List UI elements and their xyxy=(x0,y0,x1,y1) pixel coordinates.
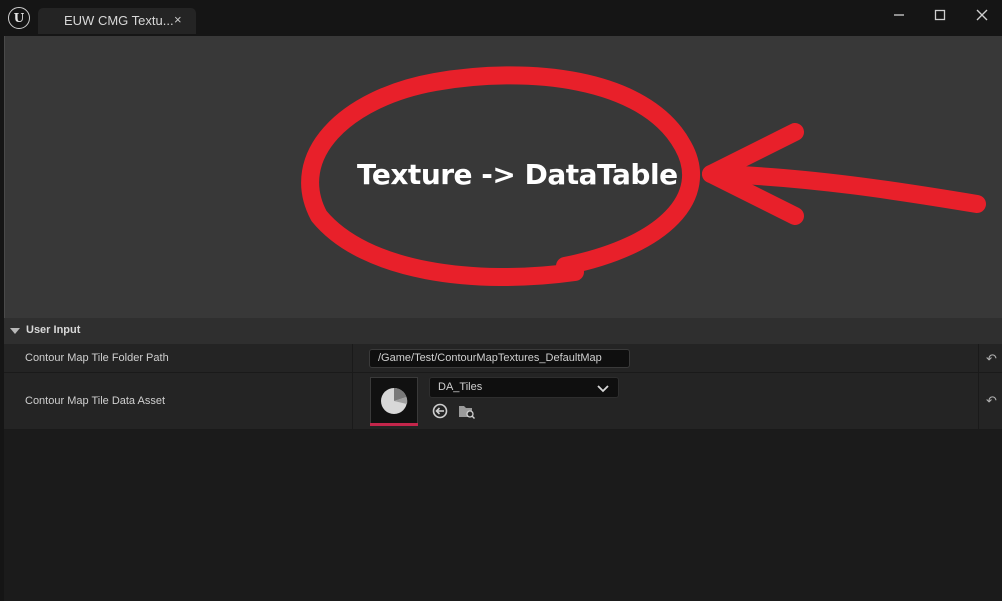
property-row-data-asset: Contour Map Tile Data Asset DA_Tiles ↶ xyxy=(4,373,1002,430)
data-asset-pie-icon xyxy=(381,387,408,414)
tab-euw-cmg[interactable]: EUW CMG Textu... × xyxy=(38,8,196,34)
minimize-button[interactable] xyxy=(884,4,914,26)
close-icon xyxy=(976,9,988,21)
folder-path-input[interactable]: /Game/Test/ContourMapTextures_DefaultMap xyxy=(369,349,630,368)
minimize-icon xyxy=(894,14,904,16)
collapse-arrow-icon[interactable] xyxy=(10,328,20,334)
data-asset-combo[interactable]: DA_Tiles xyxy=(429,377,619,398)
asset-thumbnail[interactable] xyxy=(370,377,418,425)
chevron-down-icon xyxy=(597,385,609,393)
asset-type-color-bar xyxy=(370,423,418,426)
maximize-button[interactable] xyxy=(925,4,955,26)
details-empty-area xyxy=(4,430,1002,601)
property-row-folder-path: Contour Map Tile Folder Path /Game/Test/… xyxy=(4,344,1002,373)
preview-title-text: Texture -> DataTable xyxy=(357,158,678,191)
reset-column-divider xyxy=(978,373,979,429)
section-header-user-input[interactable]: User Input xyxy=(4,318,1002,344)
column-divider[interactable] xyxy=(352,373,353,429)
reset-column-divider xyxy=(978,344,979,372)
reset-to-default-icon[interactable]: ↶ xyxy=(986,351,997,367)
tab-close-icon[interactable]: × xyxy=(174,12,182,27)
browse-folder-icon[interactable] xyxy=(458,403,476,419)
property-label: Contour Map Tile Folder Path xyxy=(25,352,169,364)
property-label: Contour Map Tile Data Asset xyxy=(25,395,166,407)
reset-to-default-icon[interactable]: ↶ xyxy=(986,393,997,409)
tab-label: EUW CMG Textu... xyxy=(64,13,174,28)
maximize-icon xyxy=(934,9,946,21)
section-title: User Input xyxy=(26,324,81,336)
title-bar: U EUW CMG Textu... × xyxy=(0,0,1002,36)
widget-preview-area: Texture -> DataTable xyxy=(4,36,1002,318)
column-divider[interactable] xyxy=(352,344,353,372)
close-window-button[interactable] xyxy=(967,4,997,26)
unreal-engine-logo-icon[interactable]: U xyxy=(8,7,30,29)
combo-selected-value: DA_Tiles xyxy=(438,381,483,393)
use-selected-arrow-icon[interactable] xyxy=(432,403,450,419)
